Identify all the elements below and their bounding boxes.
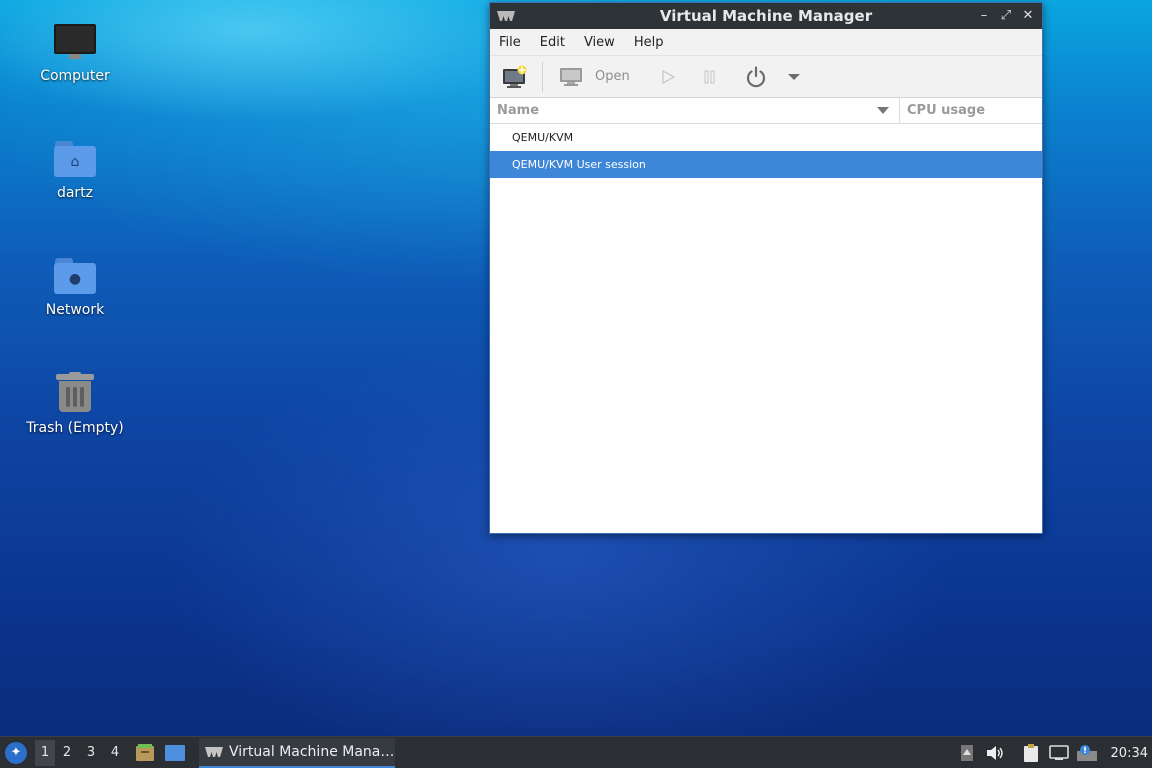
desktop-icon-network[interactable]: ● Network <box>20 258 130 318</box>
toolbar: Open <box>490 56 1042 98</box>
virt-manager-window: Virtual Machine Manager – ⤢ ✕ File Edit … <box>489 2 1043 534</box>
column-name[interactable]: Name <box>490 98 900 123</box>
desktop-icon <box>165 744 185 761</box>
desktop-icon-label: Computer <box>40 68 110 84</box>
volume-icon[interactable] <box>981 741 1009 765</box>
new-vm-button[interactable] <box>502 61 528 93</box>
window-titlebar[interactable]: Virtual Machine Manager – ⤢ ✕ <box>490 3 1042 29</box>
taskbar: ✦ 1 2 3 4 Virtual Machine Mana… 20:34 <box>0 736 1152 768</box>
connection-label: QEMU/KVM User session <box>512 158 646 171</box>
menu-help[interactable]: Help <box>634 35 664 50</box>
desktop-icon-label: dartz <box>56 185 94 201</box>
workspace-1[interactable]: 1 <box>35 739 55 766</box>
menu-view[interactable]: View <box>584 35 615 50</box>
network-folder-icon: ● <box>54 258 96 294</box>
workspace-4[interactable]: 4 <box>103 745 127 760</box>
chevron-down-icon <box>787 73 800 80</box>
trash-icon <box>56 372 94 412</box>
connection-label: QEMU/KVM <box>512 131 574 144</box>
connection-row-qemu-kvm-user-session[interactable]: QEMU/KVM User session <box>490 151 1042 178</box>
connection-list: QEMU/KVM QEMU/KVM User session <box>490 124 1042 178</box>
toolbar-separator <box>542 61 543 92</box>
menubar: File Edit View Help <box>490 29 1042 56</box>
menu-edit[interactable]: Edit <box>540 35 565 50</box>
workspace-3[interactable]: 3 <box>79 745 103 760</box>
desktop-icon-trash[interactable]: Trash (Empty) <box>20 372 130 436</box>
pause-button[interactable] <box>702 61 718 93</box>
menu-file[interactable]: File <box>499 35 521 50</box>
workspace-2[interactable]: 2 <box>55 745 79 760</box>
column-cpu-usage[interactable]: CPU usage <box>900 98 1042 123</box>
shutdown-button[interactable] <box>744 61 768 93</box>
maximize-button[interactable]: ⤢ <box>998 7 1014 25</box>
window-title: Virtual Machine Manager <box>659 7 873 25</box>
desktop-icon-home[interactable]: ⌂ dartz <box>20 141 130 201</box>
run-button[interactable] <box>660 61 676 93</box>
task-label: Virtual Machine Mana… <box>229 743 395 760</box>
computer-icon <box>54 24 96 60</box>
system-tray: 20:34 <box>953 737 1152 768</box>
virt-manager-task-icon <box>205 746 223 757</box>
power-icon <box>746 65 765 87</box>
connection-row-qemu-kvm[interactable]: QEMU/KVM <box>490 124 1042 151</box>
start-menu-button[interactable]: ✦ <box>5 741 27 764</box>
pause-icon <box>704 70 715 83</box>
taskbar-task-virt-manager[interactable]: Virtual Machine Mana… <box>199 737 395 768</box>
home-folder-icon: ⌂ <box>54 141 96 177</box>
minimize-button[interactable]: – <box>976 7 992 25</box>
column-name-label: Name <box>497 103 540 118</box>
clipboard-icon[interactable] <box>1017 741 1045 765</box>
open-button-label: Open <box>595 69 630 84</box>
new-vm-icon <box>503 65 527 88</box>
column-header: Name CPU usage <box>490 98 1042 124</box>
file-manager-icon <box>136 743 154 761</box>
virt-manager-app-icon <box>497 11 515 21</box>
close-button[interactable]: ✕ <box>1020 7 1036 25</box>
show-desktop-button[interactable] <box>163 741 187 765</box>
lxqt-logo-icon: ✦ <box>10 745 22 760</box>
desktop-icon-label: Network <box>45 302 105 318</box>
desktop-icon-label: Trash (Empty) <box>26 420 124 436</box>
monitor-icon <box>560 67 582 86</box>
column-cpu-label: CPU usage <box>907 103 986 118</box>
play-icon <box>662 69 675 84</box>
notification-icon[interactable] <box>1073 741 1101 765</box>
network-tray-icon[interactable] <box>1045 741 1073 765</box>
file-manager-launcher[interactable] <box>133 741 157 765</box>
shutdown-menu-button[interactable] <box>787 61 800 93</box>
tray-expand-icon[interactable] <box>953 741 981 765</box>
sort-arrow-icon <box>877 107 889 114</box>
desktop-icon-computer[interactable]: Computer <box>20 24 130 84</box>
open-button[interactable]: Open <box>559 61 630 93</box>
clock[interactable]: 20:34 <box>1111 746 1148 761</box>
